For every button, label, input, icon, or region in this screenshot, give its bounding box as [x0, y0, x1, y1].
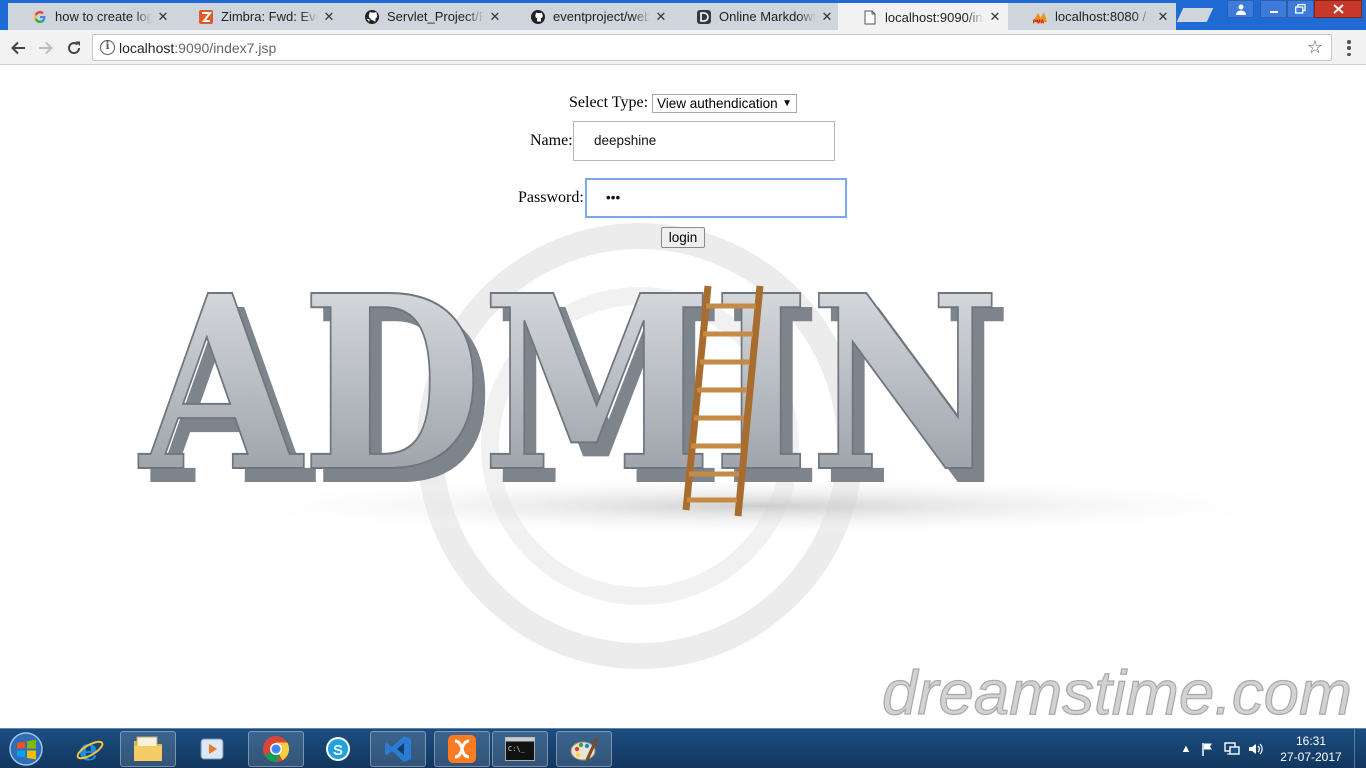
internet-explorer-icon: e — [76, 734, 104, 764]
svg-text:dreamstime.com: dreamstime.com — [882, 659, 1352, 728]
page-icon — [862, 9, 878, 25]
show-hidden-icons-icon[interactable]: ▲ — [1178, 741, 1194, 757]
taskbar-visual-studio[interactable] — [370, 731, 426, 767]
password-input[interactable]: ••• — [585, 178, 847, 218]
action-center-flag-icon[interactable] — [1200, 741, 1216, 757]
select-type-value: View authendication — [657, 96, 778, 111]
tab-title: localhost:8080 / 12 — [1055, 9, 1152, 24]
tab-close-icon[interactable]: ✕ — [820, 9, 834, 24]
password-label: Password: — [518, 189, 584, 206]
minimize-icon[interactable] — [1260, 0, 1287, 18]
page-content: ADMIN ADMIN dreamstime.com Select Type: … — [0, 66, 1366, 728]
taskbar-chrome[interactable] — [248, 731, 304, 767]
profile-icon[interactable] — [1227, 0, 1254, 18]
restore-icon[interactable] — [1287, 0, 1314, 18]
tab-title: eventproject/webap — [553, 9, 650, 24]
chrome-menu-icon[interactable] — [1342, 37, 1356, 59]
select-type-dropdown[interactable]: View authendication ▼ — [652, 94, 797, 113]
tab-close-icon[interactable]: ✕ — [156, 9, 170, 24]
taskbar-file-explorer[interactable] — [120, 731, 176, 767]
dillinger-icon — [696, 9, 712, 25]
tab-close-icon[interactable]: ✕ — [488, 9, 502, 24]
show-desktop-button[interactable] — [1354, 729, 1366, 768]
svg-text:PMA: PMA — [1033, 19, 1045, 24]
info-icon[interactable]: i — [100, 40, 115, 55]
tab-zimbra[interactable]: Zimbra: Fwd: Event ✕ — [174, 3, 342, 30]
tab-close-icon[interactable]: ✕ — [322, 9, 336, 24]
name-input[interactable]: deepshine — [573, 121, 835, 161]
tab-close-icon[interactable]: ✕ — [988, 10, 1002, 24]
clock-time: 16:31 — [1295, 734, 1327, 748]
skype-icon: S — [326, 737, 350, 761]
zimbra-icon — [198, 9, 214, 25]
tab-github-eventproject[interactable]: eventproject/webap ✕ — [506, 3, 674, 30]
reload-button[interactable] — [62, 36, 86, 60]
taskbar-xampp[interactable] — [434, 731, 490, 767]
url-text: localhost:9090/index7.jsp — [119, 40, 277, 56]
command-prompt-icon: C:\_ — [505, 737, 535, 761]
select-type-label: Select Type: — [569, 94, 649, 111]
arrow-right-icon — [39, 41, 53, 55]
volume-icon[interactable] — [1248, 741, 1264, 757]
tab-google-search[interactable]: how to create logou ✕ — [8, 3, 176, 30]
chrome-icon — [263, 736, 290, 763]
tab-localhost-9090[interactable]: localhost:9090/inde ✕ — [838, 3, 1008, 31]
media-player-icon — [200, 738, 224, 760]
windows-taskbar: e S C:\_ ▲ 16:31 27-07-2017 — [0, 728, 1366, 768]
tab-title: Online Markdown E — [719, 9, 816, 24]
tab-title: Servlet_Project/REA — [387, 9, 484, 24]
bookmark-star-icon[interactable]: ☆ — [1307, 37, 1323, 58]
back-button[interactable] — [6, 36, 30, 60]
tab-title: Zimbra: Fwd: Event — [221, 9, 318, 24]
svg-text:S: S — [333, 742, 343, 759]
xampp-icon — [448, 735, 476, 763]
tab-close-icon[interactable]: ✕ — [1156, 9, 1170, 24]
tab-phpmyadmin[interactable]: PMA localhost:8080 / 12 ✕ — [1008, 3, 1176, 30]
visual-studio-icon — [385, 736, 411, 762]
windows-logo-icon — [9, 732, 43, 766]
file-explorer-icon — [134, 736, 162, 761]
system-clock[interactable]: 16:31 27-07-2017 — [1274, 733, 1348, 765]
github-icon — [530, 9, 546, 25]
name-label: Name: — [530, 132, 573, 149]
paint-icon — [570, 737, 599, 761]
svg-text:ADMIN: ADMIN — [138, 243, 1000, 525]
phpmyadmin-icon: PMA — [1032, 9, 1048, 25]
tab-title: how to create logou — [55, 9, 152, 24]
tab-github-servlet[interactable]: Servlet_Project/REA ✕ — [340, 3, 508, 30]
tab-close-icon[interactable]: ✕ — [654, 9, 668, 24]
github-icon — [364, 9, 380, 25]
taskbar-command-prompt[interactable]: C:\_ — [492, 731, 548, 767]
close-window-icon[interactable] — [1314, 0, 1362, 18]
google-icon — [32, 9, 48, 25]
arrow-left-icon — [11, 41, 25, 55]
clock-date: 27-07-2017 — [1280, 750, 1342, 764]
browser-tab-strip: how to create logou ✕ Zimbra: Fwd: Event… — [0, 0, 1366, 31]
dropdown-arrow-icon: ▼ — [782, 98, 792, 109]
tab-title: localhost:9090/inde — [885, 9, 984, 25]
forward-button[interactable] — [34, 36, 58, 60]
admin-background-image: ADMIN ADMIN dreamstime.com — [137, 223, 1353, 728]
taskbar-internet-explorer[interactable]: e — [62, 731, 118, 767]
taskbar-paint[interactable] — [556, 731, 612, 767]
browser-toolbar: i localhost:9090/index7.jsp ☆ — [0, 30, 1366, 65]
reload-icon — [68, 41, 81, 55]
start-button[interactable] — [6, 731, 46, 767]
taskbar-media-player[interactable] — [184, 731, 240, 767]
svg-text:C:\_: C:\_ — [508, 745, 526, 753]
tab-online-markdown[interactable]: Online Markdown E ✕ — [672, 3, 840, 30]
address-bar[interactable]: i localhost:9090/index7.jsp ☆ — [92, 34, 1332, 61]
network-icon[interactable] — [1224, 741, 1240, 757]
new-tab-button[interactable] — [1176, 8, 1214, 22]
taskbar-skype[interactable]: S — [310, 731, 366, 767]
login-button[interactable]: login — [661, 227, 705, 248]
